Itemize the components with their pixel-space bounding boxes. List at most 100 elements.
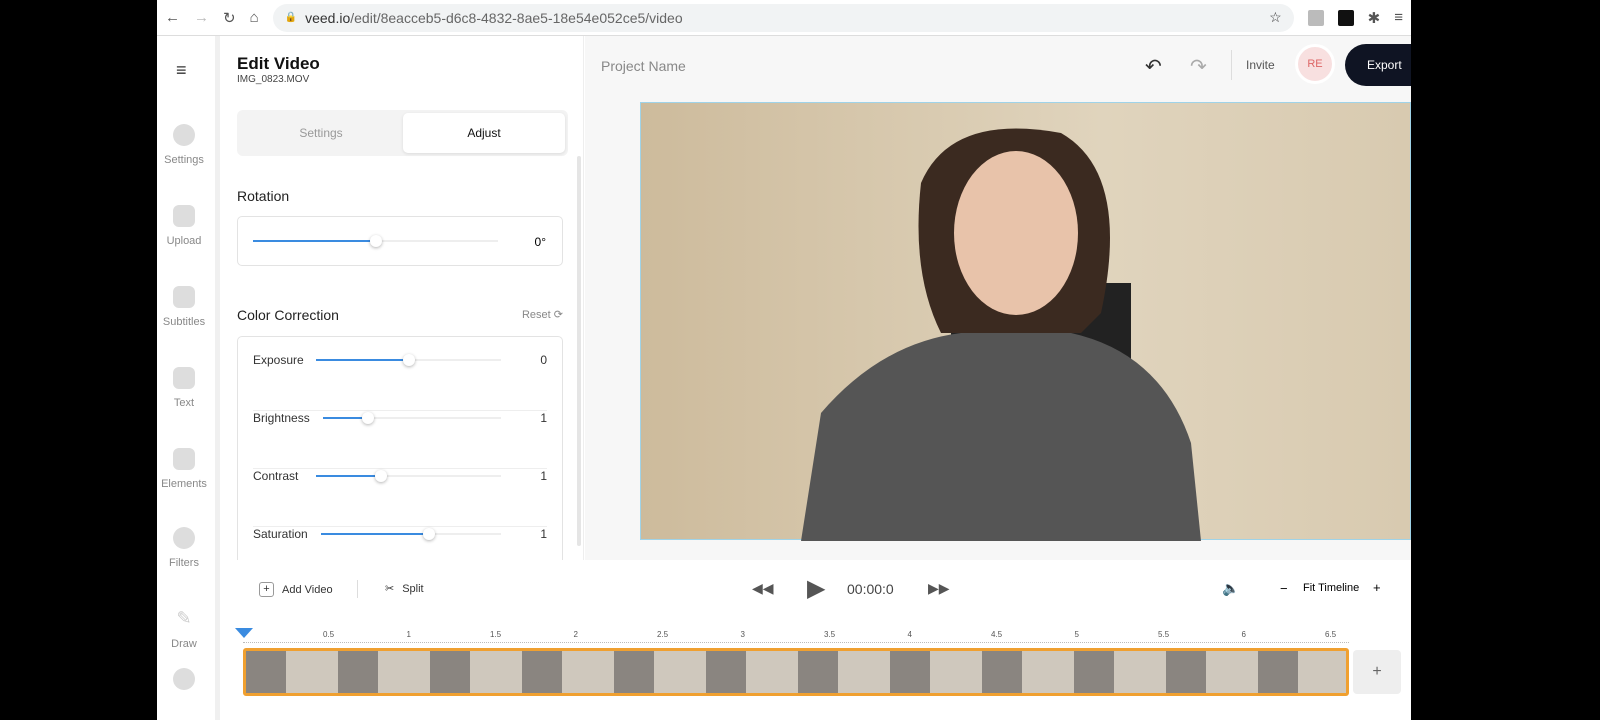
- panel-title: Edit Video: [237, 54, 320, 73]
- url-path: /edit/8eacceb5-d6c8-4832-8ae5-18e54e052c…: [350, 9, 683, 26]
- row-value: 1: [540, 527, 547, 541]
- contrast-slider[interactable]: [316, 470, 501, 482]
- row-label: Brightness: [253, 411, 310, 425]
- video-preview[interactable]: [640, 102, 1411, 541]
- zoom-out-button[interactable]: −: [1280, 581, 1288, 596]
- undo-icon[interactable]: ↶: [1145, 54, 1162, 79]
- puzzle-icon[interactable]: ✱: [1368, 9, 1381, 27]
- timeline-tick: 5.5: [1158, 630, 1170, 639]
- rotation-box: 0°: [237, 216, 563, 266]
- nav-label: Settings: [164, 154, 204, 166]
- video-frame-image: [801, 128, 1201, 541]
- rotation-slider[interactable]: [253, 235, 498, 247]
- browser-toolbar: ← → ↻ ⌂ 🔒 veed.io/edit/8eacceb5-d6c8-483…: [157, 0, 1411, 36]
- fit-timeline-button[interactable]: Fit Timeline: [1303, 582, 1359, 594]
- row-label: Saturation: [253, 527, 308, 541]
- nav-label: Elements: [161, 478, 207, 490]
- add-clip-button[interactable]: +: [1353, 650, 1401, 694]
- media-icon[interactable]: ≡: [1394, 9, 1403, 26]
- file-name: IMG_0823.MOV: [237, 74, 310, 85]
- gear-icon: [173, 124, 195, 146]
- tab-adjust[interactable]: Adjust: [403, 113, 565, 153]
- nav-label: Upload: [166, 235, 202, 247]
- invite-button[interactable]: Invite: [1246, 58, 1275, 72]
- redo-icon[interactable]: ↷: [1190, 54, 1207, 79]
- exposure-row: Exposure 0: [253, 353, 547, 411]
- exposure-slider[interactable]: [316, 354, 501, 366]
- brightness-slider[interactable]: [323, 412, 501, 424]
- row-value: 1: [540, 469, 547, 483]
- url-host: veed.io: [305, 9, 351, 26]
- row-label: Exposure: [253, 353, 304, 367]
- color-box: Exposure 0 Brightness 1 Contrast 1 Saturati…: [237, 336, 563, 566]
- edit-panel: Edit Video IMG_0823.MOV Settings Adjust …: [225, 36, 584, 566]
- panel-scrollbar[interactable]: [577, 156, 581, 546]
- add-video-button[interactable]: + Add Video: [259, 582, 333, 597]
- tab-settings[interactable]: Settings: [240, 113, 402, 153]
- timeline-tick: 2: [573, 630, 578, 639]
- nav-filters[interactable]: Filters: [157, 527, 211, 569]
- plus-icon: +: [259, 582, 274, 597]
- nav-subtitles[interactable]: Subtitles: [157, 286, 211, 328]
- nav-elements[interactable]: Elements: [157, 448, 211, 490]
- nav-label: Text: [173, 397, 195, 409]
- saturation-slider[interactable]: [321, 528, 501, 540]
- export-button[interactable]: Export: [1345, 44, 1411, 86]
- menu-icon[interactable]: ≡: [176, 60, 187, 81]
- address-bar[interactable]: 🔒 veed.io/edit/8eacceb5-d6c8-4832-8ae5-1…: [272, 3, 1294, 32]
- text-icon: [173, 367, 195, 389]
- lock-icon: 🔒: [284, 12, 298, 23]
- split-label: Split: [402, 582, 424, 595]
- add-video-label: Add Video: [282, 583, 333, 596]
- subtitles-icon: [173, 286, 195, 308]
- reset-label: Reset: [521, 309, 551, 321]
- rotation-value[interactable]: 0°: [535, 235, 546, 249]
- volume-icon[interactable]: 🔈: [1222, 580, 1239, 597]
- split-button[interactable]: ✂ Split: [385, 582, 424, 596]
- help-icon[interactable]: [173, 668, 195, 690]
- timeline-tick: 3.5: [824, 630, 836, 639]
- row-value: 1: [540, 411, 547, 425]
- back-icon[interactable]: ←: [165, 9, 180, 26]
- playhead[interactable]: [235, 628, 253, 638]
- divider: [1231, 50, 1232, 80]
- nav-draw[interactable]: ✎ Draw: [157, 608, 211, 650]
- forward-icon[interactable]: ▶▶: [928, 580, 950, 597]
- color-correction-label: Color Correction: [237, 307, 339, 323]
- timeline-tick: 5: [1074, 630, 1079, 639]
- reload-icon[interactable]: ↻: [223, 9, 236, 27]
- ruler: [243, 642, 1349, 643]
- nav-upload[interactable]: Upload: [157, 205, 211, 247]
- timeline-tick: 1: [406, 630, 411, 639]
- extension-icon[interactable]: [1307, 9, 1324, 26]
- star-icon[interactable]: ☆: [1269, 9, 1282, 26]
- home-icon[interactable]: ⌂: [250, 9, 259, 26]
- pencil-icon: ✎: [176, 608, 192, 628]
- play-icon[interactable]: ▶: [807, 574, 825, 603]
- scissors-icon: ✂: [385, 583, 395, 595]
- time-display: 00:00:0: [847, 581, 894, 597]
- panel-tabs: Settings Adjust: [237, 110, 568, 156]
- timeline-tick: 2.5: [657, 630, 669, 639]
- nav-text[interactable]: Text: [157, 367, 211, 409]
- filters-icon: [173, 527, 195, 549]
- timeline-tick: 4.5: [991, 630, 1003, 639]
- rewind-icon[interactable]: ◀◀: [752, 580, 774, 597]
- video-clip-track[interactable]: [243, 648, 1349, 696]
- left-nav: ≡ Settings Upload Subtitles Text Element…: [157, 36, 220, 720]
- project-name[interactable]: Project Name: [601, 58, 686, 74]
- nav-settings[interactable]: Settings: [157, 124, 211, 166]
- timeline-tick: 6.5: [1325, 630, 1337, 639]
- nav-label: Filters: [169, 557, 199, 569]
- rotation-label: Rotation: [237, 188, 290, 204]
- zoom-in-button[interactable]: +: [1373, 580, 1381, 595]
- reset-button[interactable]: Reset ⟳: [522, 308, 563, 321]
- nav-label: Draw: [171, 638, 197, 650]
- veed-extension-icon[interactable]: [1337, 9, 1354, 26]
- refresh-icon: ⟳: [553, 309, 563, 321]
- forward-icon[interactable]: →: [194, 9, 209, 26]
- upload-icon: [173, 205, 195, 227]
- browser-window: ← → ↻ ⌂ 🔒 veed.io/edit/8eacceb5-d6c8-483…: [157, 0, 1411, 720]
- avatar[interactable]: RE: [1295, 44, 1335, 84]
- row-label: Contrast: [253, 469, 299, 483]
